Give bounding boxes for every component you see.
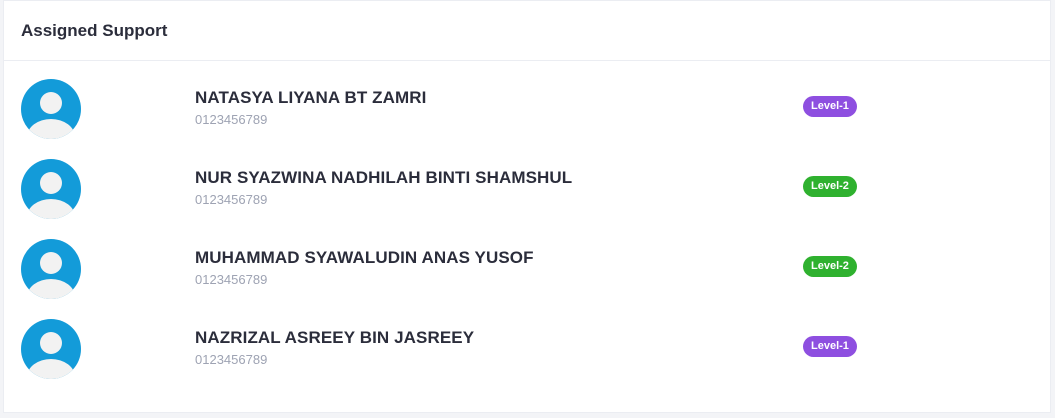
- member-info: NATASYA LIYANA BT ZAMRI 0123456789: [195, 88, 427, 127]
- member-phone: 0123456789: [195, 272, 268, 287]
- user-avatar-icon: [21, 159, 81, 219]
- user-avatar-icon: [21, 319, 81, 379]
- support-member-row: NUR SYAZWINA NADHILAH BINTI SHAMSHUL 012…: [4, 141, 1050, 221]
- user-avatar-icon: [21, 239, 81, 299]
- member-name: NUR SYAZWINA NADHILAH BINTI SHAMSHUL: [195, 168, 573, 187]
- member-info: NAZRIZAL ASREEY BIN JASREEY 0123456789: [195, 328, 474, 367]
- user-avatar-icon: [21, 79, 81, 139]
- member-info: MUHAMMAD SYAWALUDIN ANAS YUSOF 012345678…: [195, 248, 534, 287]
- support-member-row: MUHAMMAD SYAWALUDIN ANAS YUSOF 012345678…: [4, 221, 1050, 301]
- support-member-row: NATASYA LIYANA BT ZAMRI 0123456789 Level…: [4, 61, 1050, 141]
- member-name: NATASYA LIYANA BT ZAMRI: [195, 88, 427, 107]
- card-title: Assigned Support: [21, 20, 168, 40]
- support-member-row: NAZRIZAL ASREEY BIN JASREEY 0123456789 L…: [4, 301, 1050, 381]
- member-name: MUHAMMAD SYAWALUDIN ANAS YUSOF: [195, 248, 534, 267]
- member-phone: 0123456789: [195, 112, 268, 127]
- level-badge: Level-1: [803, 336, 857, 357]
- assigned-support-card: Assigned Support NATASYA LIYANA BT ZAMRI…: [3, 0, 1051, 413]
- level-badge: Level-1: [803, 96, 857, 117]
- level-badge: Level-2: [803, 256, 857, 277]
- level-badge: Level-2: [803, 176, 857, 197]
- member-phone: 0123456789: [195, 192, 268, 207]
- card-header: Assigned Support: [4, 1, 1050, 61]
- member-phone: 0123456789: [195, 352, 268, 367]
- member-info: NUR SYAZWINA NADHILAH BINTI SHAMSHUL 012…: [195, 168, 572, 207]
- member-name: NAZRIZAL ASREEY BIN JASREEY: [195, 328, 475, 347]
